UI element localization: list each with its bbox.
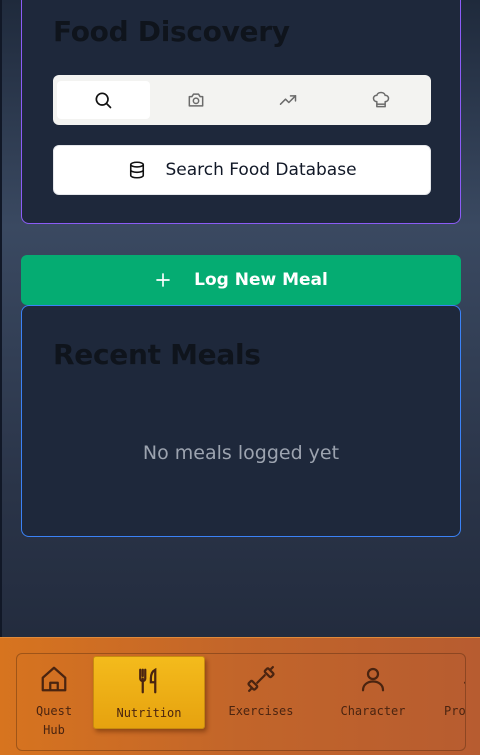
nav-label-progress: Prog xyxy=(444,704,466,718)
bottom-nav-container: Quest Hub Nutrition Exercises Character … xyxy=(16,653,466,751)
home-icon xyxy=(41,666,67,692)
log-new-meal-label: Log New Meal xyxy=(194,270,328,290)
tab-camera[interactable] xyxy=(150,81,243,119)
empty-meals-message: No meals logged yet xyxy=(142,442,340,464)
search-food-database-button[interactable]: Search Food Database xyxy=(53,145,431,195)
nav-item-quest-hub[interactable]: Quest Hub xyxy=(21,654,87,750)
nav-label-quest: Quest xyxy=(35,704,73,718)
chef-hat-icon xyxy=(372,91,389,108)
trending-up-icon xyxy=(280,95,297,105)
plus-icon xyxy=(156,273,170,287)
tab-recipes[interactable] xyxy=(335,81,428,119)
tab-search[interactable] xyxy=(57,81,150,119)
nav-item-exercises[interactable]: Exercises xyxy=(215,654,307,750)
log-new-meal-button[interactable]: Log New Meal xyxy=(21,255,461,305)
recent-meals-card: Recent Meals No meals logged yet xyxy=(21,305,461,537)
nav-label-nutrition: Nutrition xyxy=(116,706,182,720)
page-edge xyxy=(0,0,2,640)
discovery-tabs xyxy=(53,75,431,125)
dumbbell-icon xyxy=(247,666,275,692)
bottom-navigation: Quest Hub Nutrition Exercises Character … xyxy=(0,637,480,755)
food-discovery-card: Food Discovery Search Food Database xyxy=(21,0,461,224)
chevron-up-icon xyxy=(464,681,465,684)
nav-item-progress[interactable]: Prog xyxy=(441,654,466,750)
nav-item-nutrition[interactable]: Nutrition xyxy=(93,656,205,729)
search-icon xyxy=(95,92,112,109)
utensils-icon xyxy=(139,667,157,694)
camera-icon xyxy=(188,93,204,107)
nav-label-hub: Hub xyxy=(43,723,65,737)
nav-item-character[interactable]: Character xyxy=(325,654,421,750)
recent-meals-title: Recent Meals xyxy=(53,338,261,371)
tab-trending[interactable] xyxy=(242,81,335,119)
food-discovery-title: Food Discovery xyxy=(53,15,290,48)
database-icon xyxy=(130,161,145,179)
nav-label-character: Character xyxy=(340,704,406,718)
search-food-database-label: Search Food Database xyxy=(165,160,357,180)
nav-label-exercises: Exercises xyxy=(228,704,294,718)
user-icon xyxy=(361,667,385,692)
